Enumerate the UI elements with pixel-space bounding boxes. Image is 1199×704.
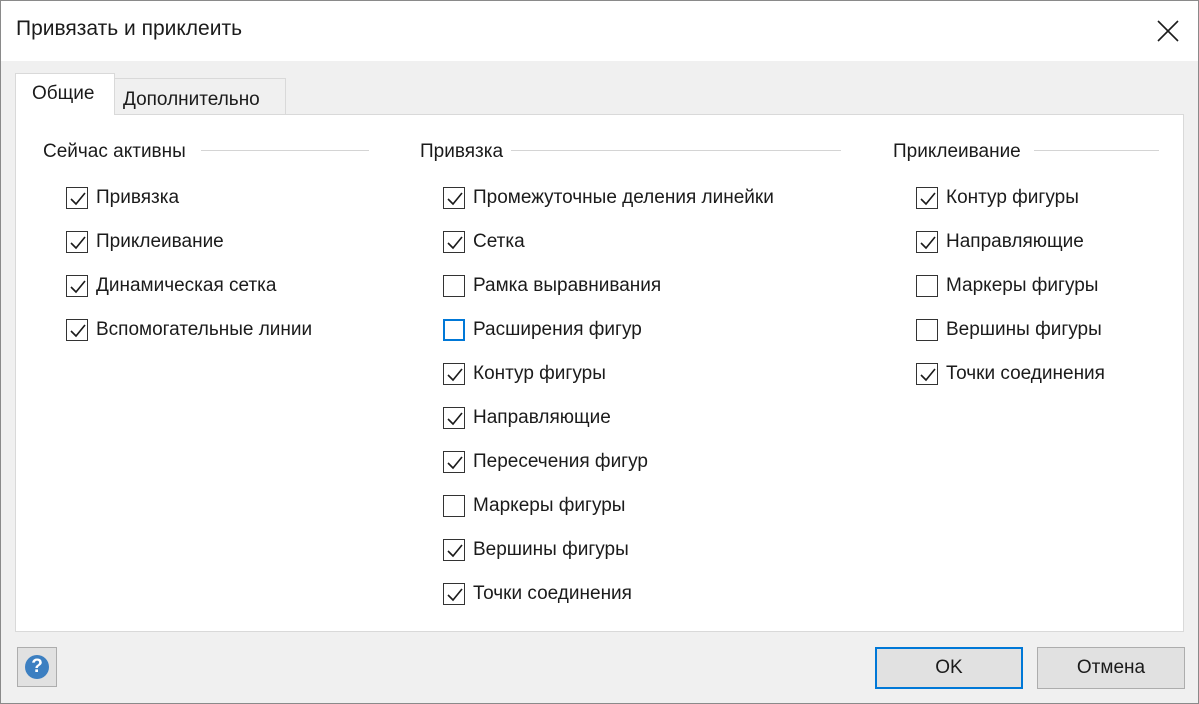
group-title-snap: Привязка	[420, 141, 510, 163]
checkbox-row-snap[interactable]: Маркеры фигуры	[443, 492, 625, 520]
snap-glue-dialog: Привязать и приклеить Общие Дополнительн…	[0, 0, 1199, 704]
checkbox-row-snap[interactable]: Точки соединения	[443, 580, 632, 608]
cancel-button[interactable]: Отмена	[1037, 647, 1185, 689]
checkbox-row-snap[interactable]: Расширения фигур	[443, 316, 642, 344]
checkbox-label: Пересечения фигур	[473, 451, 648, 472]
close-button[interactable]	[1138, 1, 1198, 61]
checkbox-row-snap[interactable]: Пересечения фигур	[443, 448, 648, 476]
checkbox-checked[interactable]	[66, 319, 88, 341]
checkbox-label: Привязка	[96, 187, 180, 208]
checkbox-row-snap[interactable]: Рамка выравнивания	[443, 272, 661, 300]
title-bar: Привязать и приклеить	[1, 1, 1198, 61]
checkmark-icon	[447, 456, 463, 470]
checkbox-row-active[interactable]: Приклеивание	[66, 228, 224, 256]
checkmark-icon	[70, 280, 86, 294]
help-icon: ?	[25, 655, 49, 679]
tab-general[interactable]: Общие	[15, 73, 115, 115]
tab-panel-general: Сейчас активны Привязка Приклеивание Динам…	[15, 114, 1184, 632]
checkbox-row-glue[interactable]: Направляющие	[916, 228, 1084, 256]
checkbox-unchecked[interactable]	[443, 319, 465, 341]
checkbox-checked[interactable]	[443, 363, 465, 385]
checkbox-unchecked[interactable]	[916, 275, 938, 297]
checkbox-row-glue[interactable]: Маркеры фигуры	[916, 272, 1098, 300]
checkmark-icon	[447, 236, 463, 250]
checkbox-label: Направляющие	[473, 407, 611, 428]
checkbox-label: Точки соединения	[946, 363, 1105, 384]
checkbox-label: Вершины фигуры	[946, 319, 1102, 340]
checkmark-icon	[70, 236, 86, 250]
checkbox-checked[interactable]	[66, 231, 88, 253]
checkbox-row-snap[interactable]: Контур фигуры	[443, 360, 606, 388]
help-button[interactable]: ?	[17, 647, 57, 687]
checkbox-row-snap[interactable]: Промежуточные деления линейки	[443, 184, 774, 212]
dialog-title: Привязать и приклеить	[16, 17, 243, 40]
checkbox-label: Вершины фигуры	[473, 539, 629, 560]
checkmark-icon	[447, 192, 463, 206]
checkbox-unchecked[interactable]	[443, 495, 465, 517]
checkbox-checked[interactable]	[443, 539, 465, 561]
checkbox-checked[interactable]	[66, 187, 88, 209]
checkbox-label: Промежуточные деления линейки	[473, 187, 774, 208]
checkbox-checked[interactable]	[443, 583, 465, 605]
checkbox-label: Направляющие	[946, 231, 1084, 252]
checkmark-icon	[70, 324, 86, 338]
checkbox-label: Точки соединения	[473, 583, 632, 604]
checkbox-row-snap[interactable]: Сетка	[443, 228, 525, 256]
group-title-glue: Приклеивание	[893, 141, 1027, 163]
group-divider	[201, 150, 369, 151]
checkbox-label: Динамическая сетка	[96, 275, 277, 296]
checkbox-label: Приклеивание	[96, 231, 224, 252]
checkbox-checked[interactable]	[916, 231, 938, 253]
ok-button[interactable]: OK	[875, 647, 1023, 689]
checkbox-row-glue[interactable]: Вершины фигуры	[916, 316, 1102, 344]
checkmark-icon	[447, 544, 463, 558]
checkbox-checked[interactable]	[916, 187, 938, 209]
checkbox-label: Сетка	[473, 231, 525, 252]
close-icon	[1157, 20, 1179, 42]
group-divider	[1034, 150, 1159, 151]
checkbox-row-active[interactable]: Вспомогательные линии	[66, 316, 312, 344]
checkbox-unchecked[interactable]	[916, 319, 938, 341]
checkbox-checked[interactable]	[443, 187, 465, 209]
checkbox-label: Контур фигуры	[473, 363, 606, 384]
checkbox-unchecked[interactable]	[443, 275, 465, 297]
checkbox-row-snap[interactable]: Вершины фигуры	[443, 536, 629, 564]
checkbox-label: Контур фигуры	[946, 187, 1079, 208]
checkbox-row-glue[interactable]: Контур фигуры	[916, 184, 1079, 212]
checkbox-checked[interactable]	[443, 407, 465, 429]
group-divider	[511, 150, 841, 151]
checkbox-row-active[interactable]: Динамическая сетка	[66, 272, 276, 300]
checkbox-checked[interactable]	[443, 451, 465, 473]
checkmark-icon	[70, 192, 86, 206]
checkmark-icon	[920, 236, 936, 250]
checkbox-label: Расширения фигур	[473, 319, 642, 340]
checkmark-icon	[920, 368, 936, 382]
checkbox-checked[interactable]	[66, 275, 88, 297]
checkbox-checked[interactable]	[916, 363, 938, 385]
checkbox-label: Рамка выравнивания	[473, 275, 662, 296]
checkbox-row-glue[interactable]: Точки соединения	[916, 360, 1105, 388]
checkbox-label: Вспомогательные линии	[96, 319, 313, 340]
checkmark-icon	[447, 588, 463, 602]
tab-advanced[interactable]: Дополнительно	[114, 78, 286, 115]
checkbox-checked[interactable]	[443, 231, 465, 253]
checkbox-label: Маркеры фигуры	[946, 275, 1099, 296]
checkmark-icon	[447, 412, 463, 426]
group-title-active: Сейчас активны	[43, 141, 192, 163]
checkbox-row-active[interactable]: Привязка	[66, 184, 179, 212]
checkbox-label: Маркеры фигуры	[473, 495, 626, 516]
checkbox-row-snap[interactable]: Направляющие	[443, 404, 611, 432]
checkmark-icon	[920, 192, 936, 206]
checkmark-icon	[447, 368, 463, 382]
